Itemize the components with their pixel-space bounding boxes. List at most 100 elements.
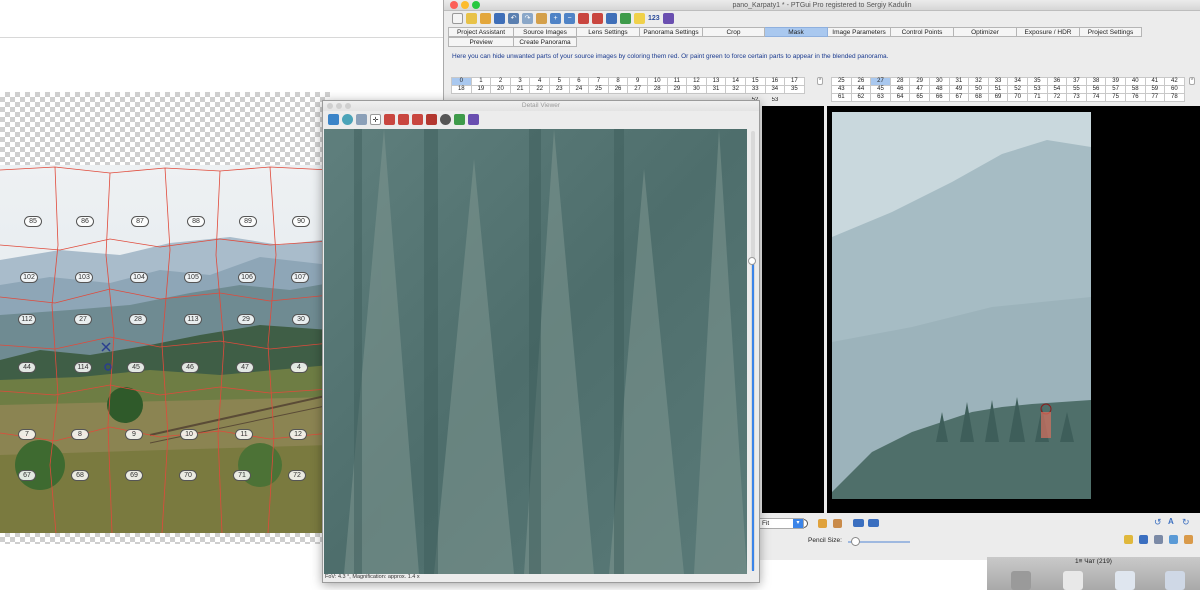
image-index-cell[interactable]: 57 (1105, 85, 1126, 94)
copy-mask-icon[interactable] (1169, 535, 1178, 544)
image-index-cell[interactable]: 64 (889, 93, 911, 102)
image-index-cell[interactable]: 27 (627, 85, 648, 94)
image-index-cell[interactable]: 56 (1085, 85, 1107, 94)
image-index-cell[interactable]: 14 (725, 77, 746, 86)
image-index-cell[interactable]: 34 (764, 85, 786, 94)
image-index-cell[interactable]: 28 (889, 77, 911, 86)
tile-label[interactable]: 113 (184, 314, 202, 325)
image-index-cell[interactable]: 17 (784, 77, 805, 86)
image-index-cell[interactable]: 47 (909, 85, 930, 94)
image-index-cell[interactable]: 24 (568, 85, 590, 94)
image-index-cell[interactable]: 49 (948, 85, 970, 94)
image-index-cell[interactable]: 5 (548, 77, 570, 86)
image-index-cell[interactable]: 7 (588, 77, 609, 86)
image-index-cell[interactable]: 46 (889, 85, 911, 94)
image-index-cell[interactable]: 50 (968, 85, 989, 94)
tile-label[interactable]: 87 (131, 216, 149, 227)
image-index-cell[interactable]: 41 (1144, 77, 1166, 86)
tile-label[interactable]: 44 (18, 362, 36, 373)
image-index-cell[interactable]: 22 (529, 85, 550, 94)
dock-document-icon[interactable] (1115, 571, 1135, 590)
numbering-counter[interactable]: 123 (648, 15, 660, 22)
image-index-cell[interactable]: 34 (1007, 77, 1028, 86)
image-index-cell[interactable]: 59 (1144, 85, 1166, 94)
dock-window-icon[interactable] (1165, 571, 1185, 590)
tile-label[interactable]: 90 (292, 216, 310, 227)
load-images-icon[interactable] (480, 13, 491, 24)
image-index-cell[interactable]: 26 (607, 85, 629, 94)
tile-label[interactable]: 12 (289, 429, 307, 440)
image-index-cell[interactable]: 62 (850, 93, 872, 102)
image-index-cell[interactable]: 0 (451, 77, 472, 86)
image-index-cell[interactable]: 63 (870, 93, 891, 102)
image-index-cell[interactable]: 78 (1164, 93, 1185, 102)
zoom-out-icon[interactable]: − (564, 13, 575, 24)
image-index-cell[interactable]: 12 (686, 77, 707, 86)
image-index-cell[interactable]: 32 (725, 85, 746, 94)
zoom-in-icon[interactable]: + (550, 13, 561, 24)
image-index-cell[interactable]: 13 (705, 77, 727, 86)
tile-label[interactable]: 106 (238, 272, 256, 283)
image-index-cell[interactable]: 37 (1066, 77, 1087, 86)
tab-panorama-settings[interactable]: Panorama Settings (640, 27, 703, 37)
tab-project-settings[interactable]: Project Settings (1080, 27, 1142, 37)
mask-erase-icon[interactable] (412, 114, 423, 125)
image-index-cell[interactable]: 32 (968, 77, 989, 86)
image-index-cell[interactable]: 53 (765, 97, 785, 103)
redo-icon[interactable]: ↷ (522, 13, 533, 24)
globe-icon[interactable] (342, 114, 353, 125)
image-index-cell[interactable]: 53 (1026, 85, 1048, 94)
image-index-cell[interactable]: 40 (1124, 77, 1146, 86)
level-icon[interactable] (536, 13, 547, 24)
image-index-cell[interactable]: 30 (686, 85, 707, 94)
image-index-cell[interactable]: 2 (490, 77, 511, 86)
tile-label[interactable]: 103 (75, 272, 93, 283)
image-index-cell[interactable]: 25 (831, 77, 852, 86)
image-index-cell[interactable]: 42 (1164, 77, 1185, 86)
image-index-cell[interactable]: 65 (909, 93, 930, 102)
image-index-cell[interactable]: 48 (928, 85, 950, 94)
tab-create-panorama[interactable]: Create Panorama (514, 37, 577, 47)
tile-label[interactable]: 107 (291, 272, 309, 283)
right-grid-stepper[interactable]: ⌃ (1189, 77, 1195, 85)
hand-tool-icon[interactable] (356, 114, 367, 125)
image-index-cell[interactable]: 44 (850, 85, 872, 94)
tile-label[interactable]: 7 (18, 429, 36, 440)
tile-label[interactable]: 102 (20, 272, 38, 283)
image-index-cell[interactable]: 33 (987, 77, 1009, 86)
left-grid-stepper[interactable]: ⌃ (817, 77, 823, 85)
image-index-cell[interactable]: 11 (666, 77, 688, 86)
image-index-cell[interactable]: 67 (948, 93, 970, 102)
undo-icon[interactable]: ↶ (508, 13, 519, 24)
tile-label[interactable]: 86 (76, 216, 94, 227)
mask-fill-icon[interactable] (426, 114, 437, 125)
image-index-cell[interactable]: 23 (548, 85, 570, 94)
tile-label[interactable]: 8 (71, 429, 89, 440)
tab-source-images[interactable]: Source Images (514, 27, 577, 37)
image-index-cell[interactable]: 61 (831, 93, 852, 102)
image-index-cell[interactable]: 28 (646, 85, 668, 94)
detail-viewer-zoom-knob[interactable] (748, 257, 756, 265)
image-index-cell[interactable]: 30 (928, 77, 950, 86)
image-index-cell[interactable]: 8 (607, 77, 629, 86)
tile-label[interactable]: 104 (130, 272, 148, 283)
image-index-cell[interactable]: 15 (744, 77, 766, 86)
save-mask-icon[interactable] (1139, 535, 1148, 544)
brush-icon[interactable] (833, 519, 842, 528)
tile-label[interactable]: 69 (125, 470, 143, 481)
image-index-cell[interactable]: 38 (1085, 77, 1107, 86)
mask-paint-icon[interactable] (398, 114, 409, 125)
image-index-cell[interactable]: 71 (1026, 93, 1048, 102)
tab-optimizer[interactable]: Optimizer (954, 27, 1017, 37)
tile-label[interactable]: 72 (288, 470, 306, 481)
clear-mask-icon[interactable] (1154, 535, 1163, 544)
image-index-cell[interactable]: 43 (831, 85, 852, 94)
mask-red-icon[interactable] (384, 114, 395, 125)
panorama-image[interactable]: 85 86 87 88 89 90 102 103 104 105 106 10… (0, 165, 330, 533)
left-mask-editor[interactable] (762, 106, 824, 513)
image-index-cell[interactable]: 29 (666, 85, 688, 94)
mask-preview-image[interactable] (832, 112, 1091, 499)
tile-label[interactable]: 27 (74, 314, 92, 325)
image-index-cell[interactable]: 51 (987, 85, 1009, 94)
image-index-cell[interactable]: 3 (509, 77, 531, 86)
